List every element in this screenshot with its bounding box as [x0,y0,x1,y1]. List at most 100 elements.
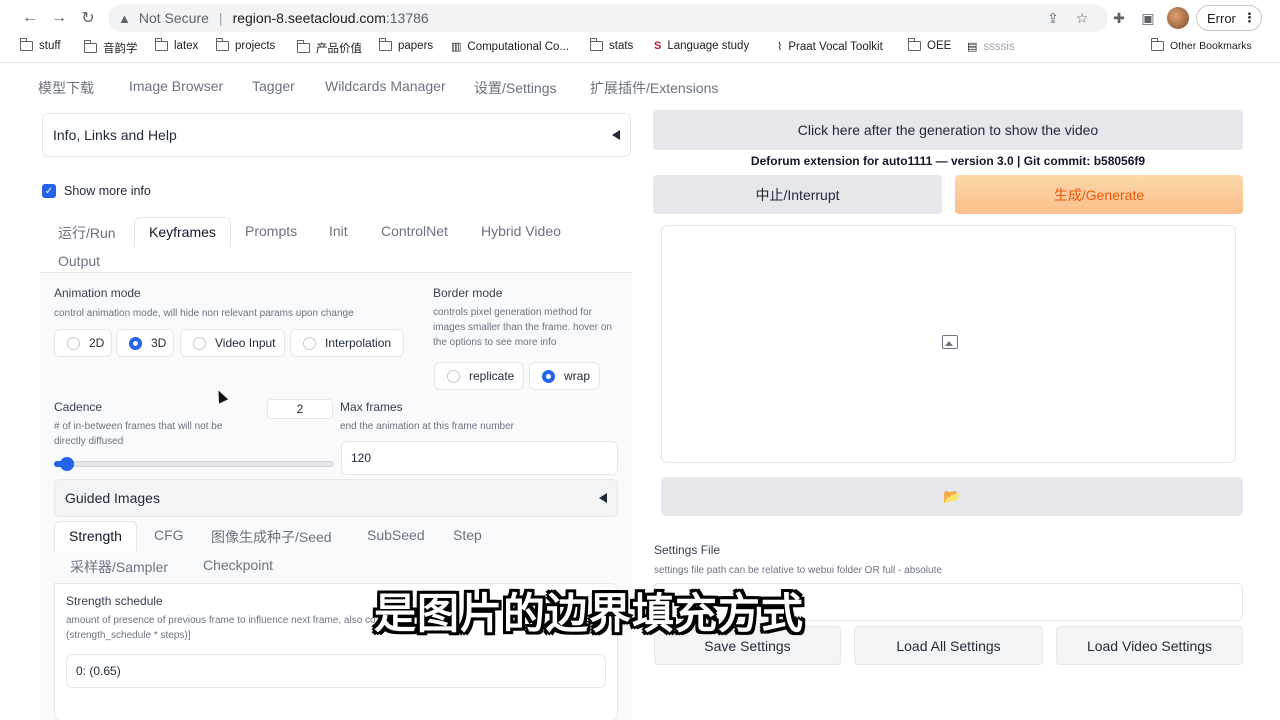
share-icon[interactable]: ⇪ [1043,8,1063,28]
border-mode-hint: controls pixel generation method for ima… [433,307,612,348]
bookmark-other[interactable]: Other Bookmarks [1150,38,1252,52]
collapse-triangle-icon [599,493,607,503]
folder-open-icon: 📂 [943,488,961,504]
open-folder-button[interactable]: 📂 [661,477,1243,516]
load-all-settings-button[interactable]: Load All Settings [854,626,1043,665]
book-icon: ▤ [967,41,978,53]
cadence-slider-track[interactable] [54,461,334,467]
radio-wrap[interactable]: wrap [529,362,600,390]
tab-tagger[interactable]: Tagger [252,78,295,94]
bookmark-praat[interactable]: ⌇ Praat Vocal Toolkit [777,40,883,54]
tab-strength[interactable]: Strength [54,521,137,551]
folder-icon [19,38,33,51]
folder-icon [83,40,97,53]
tab-extensions[interactable]: 扩展插件/Extensions [590,78,718,98]
tab-controlnet[interactable]: ControlNet [381,223,448,239]
radio-circle-icon [447,369,460,383]
sidepanel-icon[interactable]: ▣ [1138,8,1158,28]
folder-icon [296,40,310,53]
keyframes-panel: Animation mode control animation mode, w… [40,272,632,720]
radio-selected-icon [129,336,142,350]
cadence-label: Cadence [54,400,103,414]
browser-toolbar: ← → ↻ ▲ Not Secure | region-8.seetacloud… [0,0,1280,36]
max-frames-input[interactable]: 120 [341,441,618,475]
bookmark-stats[interactable]: stats [589,38,633,52]
address-bar[interactable]: ▲ Not Secure | region-8.seetacloud.com :… [108,4,1108,32]
radio-circle-icon [67,336,80,350]
tab-image-browser[interactable]: Image Browser [129,78,223,94]
cadence-slider-knob[interactable] [60,457,74,471]
tab-hybrid-video[interactable]: Hybrid Video [481,223,561,239]
cadence-number-input[interactable]: 2 [267,399,333,419]
tab-output[interactable]: Output [58,253,100,269]
tab-step[interactable]: Step [453,527,482,543]
folder-icon [589,38,603,51]
page-icon: ▥ [451,41,462,53]
s-logo-icon: S [654,40,662,52]
checkbox-checked-icon[interactable]: ✓ [42,184,56,198]
bookmark-papers[interactable]: papers [378,38,433,52]
tab-wildcards-manager[interactable]: Wildcards Manager [325,78,446,94]
tab-settings[interactable]: 设置/Settings [474,78,556,98]
tab-model-download[interactable]: 模型下载 [38,78,94,98]
back-icon[interactable]: ← [19,7,41,29]
max-frames-hint: end the animation at this frame number [340,421,514,432]
bookmark-computational[interactable]: ▥ Computational Co... [451,40,569,54]
tab-seed[interactable]: 图像生成种子/Seed [211,527,332,547]
tab-prompts[interactable]: Prompts [245,223,297,239]
bookmark-projects[interactable]: projects [215,38,275,52]
show-more-info-row[interactable]: ✓ Show more info [42,184,151,198]
star-icon[interactable]: ☆ [1072,8,1092,28]
bookmark-product-value[interactable]: 产品价值 [296,40,362,56]
radio-interpolation[interactable]: Interpolation [290,329,404,357]
avatar[interactable] [1167,7,1189,29]
guided-images-accordion[interactable]: Guided Images [54,479,618,517]
radio-2d[interactable]: 2D [54,329,112,357]
radio-selected-icon [542,369,555,383]
bookmark-language-study[interactable]: S Language study [654,40,749,52]
top-tabs: 模型下载 Image Browser Tagger Wildcards Mana… [0,66,1280,104]
folder-icon [1150,38,1164,51]
bookmark-latex[interactable]: latex [154,38,198,52]
folder-icon [378,38,392,51]
tab-sampler[interactable]: 采样器/Sampler [70,557,168,577]
warning-icon[interactable]: ▲ [118,11,131,26]
extensions-icon[interactable]: ✚ [1109,8,1129,28]
border-mode-label: Border mode [433,286,503,300]
image-placeholder-icon [942,335,958,349]
radio-circle-icon [303,336,316,350]
cadence-hint: # of in-between frames that will not be … [54,421,223,447]
info-links-accordion[interactable]: Info, Links and Help [42,113,631,157]
tab-keyframes[interactable]: Keyframes [134,217,231,247]
folder-icon [215,38,229,51]
bookmark-yinyunxue[interactable]: 音韵学 [83,40,138,56]
video-subtitle: 是图片的边界填充方式 [374,589,805,638]
radio-replicate[interactable]: replicate [434,362,524,390]
forward-icon[interactable]: → [48,7,70,29]
show-video-button[interactable]: Click here after the generation to show … [653,110,1243,150]
security-label: Not Secure [138,10,209,26]
bookmark-stuff[interactable]: stuff [19,38,61,52]
tab-init[interactable]: Init [329,223,348,239]
tab-subseed[interactable]: SubSeed [367,527,425,543]
tab-checkpoint[interactable]: Checkpoint [203,557,273,573]
output-gallery [661,225,1236,463]
strength-schedule-hint-2: (strength_schedule * steps)] [66,630,191,641]
tab-cfg[interactable]: CFG [154,527,184,543]
interrupt-button[interactable]: 中止/Interrupt [653,175,942,214]
menu-dots-icon: ⋮ [1242,10,1256,25]
strength-schedule-input[interactable]: 0: (0.65) [66,654,606,688]
bookmark-ssssis[interactable]: ▤ ssssis [967,40,1015,54]
url-host: region-8.seetacloud.com [232,10,386,26]
radio-3d[interactable]: 3D [116,329,174,357]
strength-schedule-hint-1: amount of presence of previous frame to … [66,615,376,626]
settings-file-hint: settings file path can be relative to we… [654,565,942,576]
animation-mode-hint: control animation mode, will hide non re… [54,308,354,319]
error-button[interactable]: Error ⋮ [1196,5,1262,31]
bookmark-oee[interactable]: OEE [907,38,951,52]
reload-icon[interactable]: ↻ [77,7,99,29]
generate-button[interactable]: 生成/Generate [955,175,1243,214]
load-video-settings-button[interactable]: Load Video Settings [1056,626,1243,665]
radio-video-input[interactable]: Video Input [180,329,285,357]
tab-run[interactable]: 运行/Run [58,223,116,243]
